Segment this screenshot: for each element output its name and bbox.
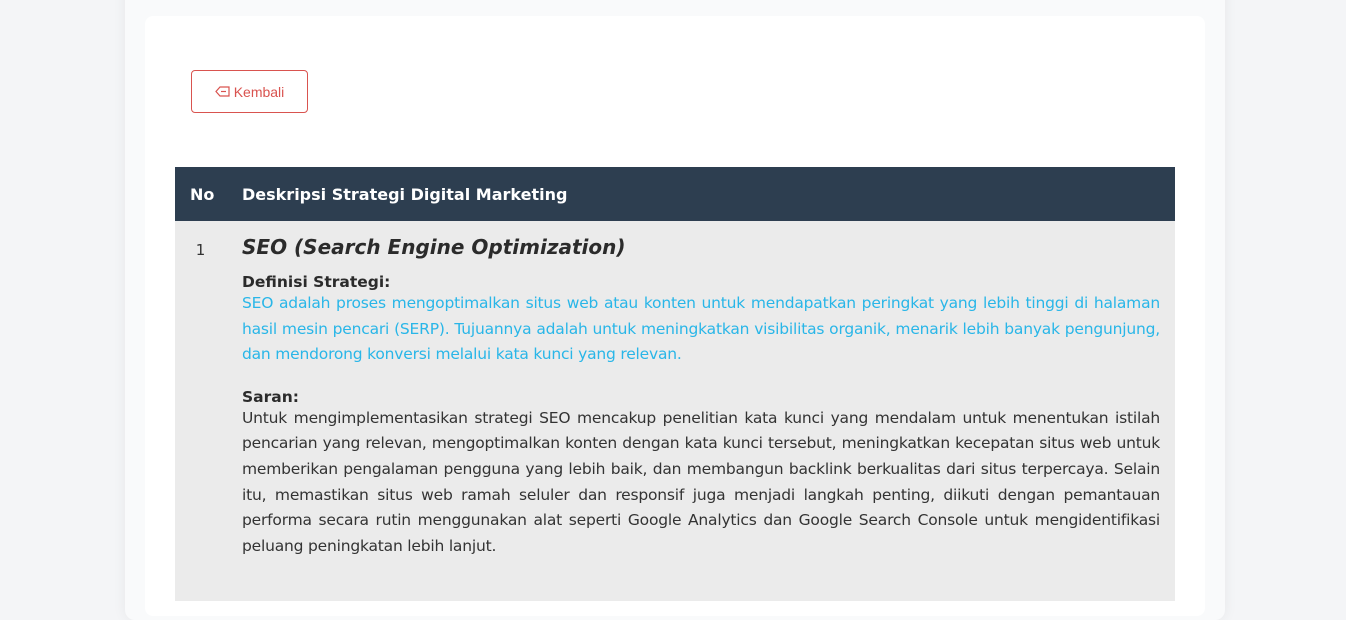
- suggestion-label: Saran:: [242, 387, 299, 406]
- row-description: SEO (Search Engine Optimization) Definis…: [242, 221, 1160, 601]
- header-description: Deskripsi Strategi Digital Marketing: [242, 184, 568, 204]
- back-button[interactable]: Kembali: [191, 70, 308, 113]
- table-row: 1 SEO (Search Engine Optimization) Defin…: [175, 221, 1175, 601]
- table-header: No Deskripsi Strategi Digital Marketing: [175, 167, 1175, 221]
- back-arrow-icon: [214, 86, 230, 97]
- header-no: No: [190, 184, 215, 204]
- back-button-label: Kembali: [233, 83, 285, 100]
- definition-label: Definisi Strategi:: [242, 273, 391, 291]
- strategy-title: SEO (Search Engine Optimization): [242, 235, 626, 259]
- suggestion-text: Untuk mengimplementasikan strategi SEO m…: [242, 408, 1160, 556]
- row-number: 1: [195, 241, 206, 259]
- strategy-table: No Deskripsi Strategi Digital Marketing …: [175, 167, 1175, 601]
- definition-text: SEO adalah proses mengoptimalkan situs w…: [242, 294, 1160, 363]
